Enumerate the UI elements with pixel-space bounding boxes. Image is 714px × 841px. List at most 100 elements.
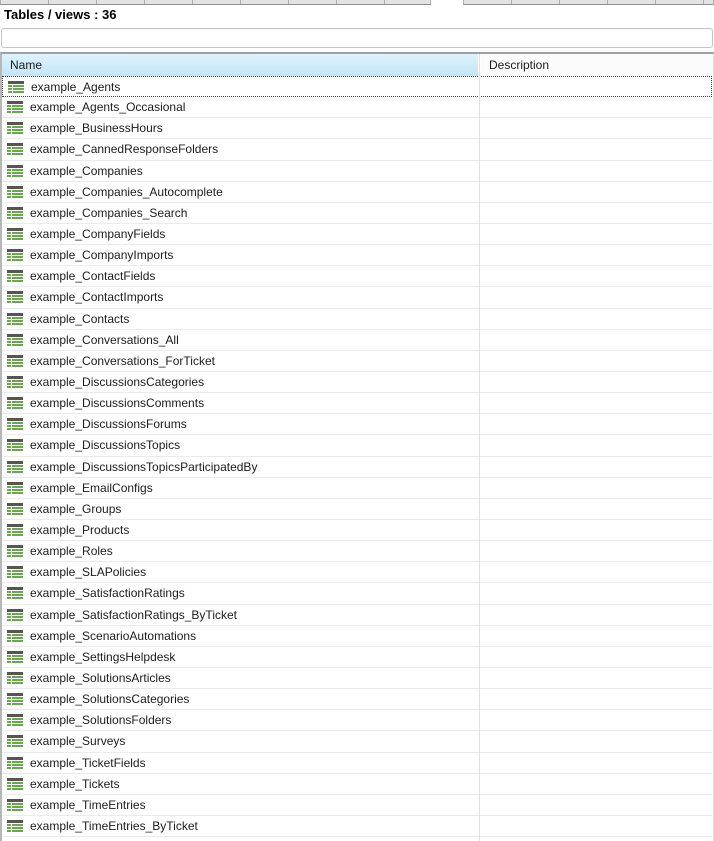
table-name-label: example_SatisfactionRatings_ByTicket <box>30 608 237 622</box>
table-name-label: example_ContactFields <box>30 269 155 283</box>
table-row[interactable]: example_TimeEntries_ByTicket <box>2 816 712 837</box>
table-name-label: example_Groups <box>30 502 121 516</box>
tables-views-panel: Tables / views : 36 Name Description exa… <box>0 0 714 841</box>
table-icon <box>7 418 23 430</box>
table-row[interactable]: example_Roles <box>2 541 712 562</box>
table-name-label: example_CannedResponseFolders <box>30 142 218 156</box>
table-icon <box>7 165 23 177</box>
table-icon <box>7 714 23 726</box>
table-icon <box>7 757 23 769</box>
table-row[interactable]: example_Tickets <box>2 774 712 795</box>
table-icon <box>7 587 23 599</box>
table-name-label: example_TicketFields <box>30 756 146 770</box>
table-icon <box>7 630 23 642</box>
table-icon <box>7 609 23 621</box>
table-row[interactable]: example_SatisfactionRatings <box>2 583 712 604</box>
table-row[interactable]: example_DiscussionsForums <box>2 414 712 435</box>
table-row[interactable]: example_Products <box>2 520 712 541</box>
table-row[interactable]: example_CompanyFields <box>2 224 712 245</box>
table-name-label: example_Conversations_All <box>30 333 179 347</box>
table-icon <box>7 397 23 409</box>
table-row[interactable]: example_ScenarioAutomations <box>2 626 712 647</box>
table-row[interactable]: example_ContactFields <box>2 266 712 287</box>
table-row[interactable]: example_Agents_Occasional <box>2 97 712 118</box>
table-row[interactable]: example_SolutionsArticles <box>2 668 712 689</box>
table-name-label: example_Products <box>30 523 129 537</box>
table-row[interactable]: example_SLAPolicies <box>2 562 712 583</box>
table-row[interactable]: example_CannedResponseFolders <box>2 139 712 160</box>
table-name-label: example_Conversations_ForTicket <box>30 354 215 368</box>
table-icon <box>7 461 23 473</box>
table-name-label: example_DiscussionsForums <box>30 417 187 431</box>
table-row[interactable]: example_SatisfactionRatings_ByTicket <box>2 605 712 626</box>
table-row[interactable]: example_SolutionsFolders <box>2 710 712 731</box>
table-row[interactable]: example_Agents <box>2 76 712 97</box>
table-icon <box>7 672 23 684</box>
toolbar-strip-right[interactable] <box>463 0 714 5</box>
table-row[interactable]: example_DiscussionsTopics <box>2 435 712 456</box>
table-icon <box>8 81 24 93</box>
table-row[interactable]: example_DiscussionsCategories <box>2 372 712 393</box>
table-icon <box>7 291 23 303</box>
column-header-description[interactable]: Description <box>481 54 713 76</box>
table-icon <box>7 566 23 578</box>
table-row[interactable]: example_Companies_Autocomplete <box>2 182 712 203</box>
table-row[interactable]: example_Surveys <box>2 731 712 752</box>
table-name-label: example_BusinessHours <box>30 121 163 135</box>
table-icon <box>7 207 23 219</box>
table-row[interactable]: example_Conversations_ForTicket <box>2 351 712 372</box>
column-header-name[interactable]: Name <box>2 54 478 76</box>
table-icon <box>7 651 23 663</box>
table-icon <box>7 355 23 367</box>
table-icon <box>7 376 23 388</box>
page-title: Tables / views : 36 <box>4 7 116 22</box>
grid-header: Name Description <box>2 54 713 76</box>
table-row[interactable]: example_CompanyImports <box>2 245 712 266</box>
table-icon <box>7 101 23 113</box>
table-name-label: example_SolutionsCategories <box>30 692 189 706</box>
table-icon <box>7 143 23 155</box>
table-name-label: example_TimeEntries_ByTicket <box>30 819 198 833</box>
table-name-label: example_Companies_Autocomplete <box>30 185 223 199</box>
table-icon <box>7 334 23 346</box>
table-icon <box>7 524 23 536</box>
table-row[interactable]: example_DiscussionsTopicsParticipatedBy <box>2 457 712 478</box>
table-row[interactable]: example_Companies_Search <box>2 203 712 224</box>
toolbar-strip-left[interactable] <box>0 0 431 5</box>
table-name-label: example_Companies_Search <box>30 206 187 220</box>
table-row[interactable]: example_BusinessHours <box>2 118 712 139</box>
table-row[interactable]: example_Companies <box>2 161 712 182</box>
table-row[interactable]: example_EmailConfigs <box>2 478 712 499</box>
table-row[interactable]: example_TimeEntries <box>2 795 712 816</box>
table-icon <box>7 778 23 790</box>
table-name-label: example_DiscussionsTopics <box>30 438 180 452</box>
table-row[interactable]: example_Conversations_All <box>2 330 712 351</box>
table-row[interactable]: example_Groups <box>2 499 712 520</box>
table-row[interactable]: example_Contacts <box>2 309 712 330</box>
column-divider[interactable] <box>479 54 480 841</box>
table-name-label: example_Companies <box>30 164 143 178</box>
table-icon <box>7 545 23 557</box>
table-name-label: example_Agents <box>31 80 120 94</box>
table-icon <box>7 186 23 198</box>
table-icon <box>7 693 23 705</box>
table-name-label: example_Roles <box>30 544 113 558</box>
table-icon <box>7 249 23 261</box>
table-name-label: example_Tickets <box>30 777 120 791</box>
table-row[interactable]: example_SettingsHelpdesk <box>2 647 712 668</box>
table-icon <box>7 313 23 325</box>
table-row[interactable]: example_DiscussionsComments <box>2 393 712 414</box>
table-row[interactable]: example_ContactImports <box>2 287 712 308</box>
table-body: example_Agents example_Agents_Occasional… <box>2 76 712 841</box>
table-name-label: example_SolutionsFolders <box>30 713 171 727</box>
table-name-label: example_TimeEntries <box>30 798 146 812</box>
table-icon <box>7 122 23 134</box>
table-name-label: example_Surveys <box>30 734 125 748</box>
table-name-label: example_CompanyImports <box>30 248 173 262</box>
table-icon <box>7 799 23 811</box>
table-name-label: example_DiscussionsTopicsParticipatedBy <box>30 460 257 474</box>
table-row[interactable]: example_SolutionsCategories <box>2 689 712 710</box>
table-row[interactable]: example_TicketFields <box>2 753 712 774</box>
table-name-label: example_CompanyFields <box>30 227 165 241</box>
filter-input[interactable] <box>1 28 713 48</box>
